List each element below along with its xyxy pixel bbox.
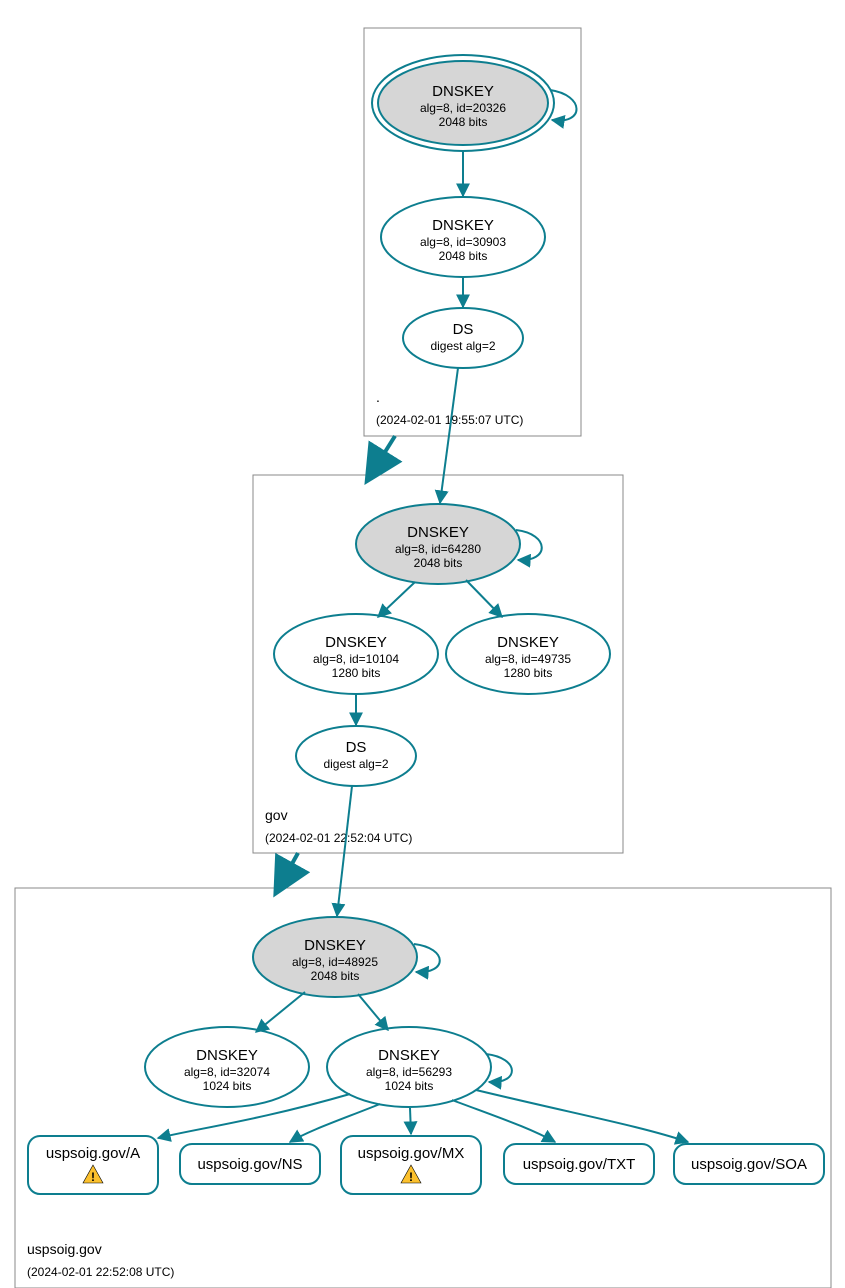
svg-text:DNSKEY: DNSKEY bbox=[432, 83, 494, 100]
dnssec-graph: . (2024-02-01 19:55:07 UTC) DNSKEY alg=8… bbox=[0, 0, 845, 1288]
svg-text:2048 bits: 2048 bits bbox=[414, 556, 463, 570]
svg-text:!: ! bbox=[91, 1170, 95, 1184]
svg-text:digest alg=2: digest alg=2 bbox=[323, 757, 388, 771]
rr-soa: uspsoig.gov/SOA bbox=[674, 1144, 824, 1184]
svg-text:DNSKEY: DNSKEY bbox=[432, 217, 494, 234]
node-gov-ds: DS digest alg=2 bbox=[296, 726, 416, 786]
svg-text:digest alg=2: digest alg=2 bbox=[430, 339, 495, 353]
svg-text:alg=8, id=20326: alg=8, id=20326 bbox=[420, 101, 506, 115]
svg-text:DNSKEY: DNSKEY bbox=[304, 937, 366, 954]
svg-text:DS: DS bbox=[346, 739, 367, 756]
zone-root-label: . bbox=[376, 389, 380, 405]
node-dom-zsk2: DNSKEY alg=8, id=56293 1024 bits bbox=[327, 1027, 512, 1107]
node-dom-zsk1: DNSKEY alg=8, id=32074 1024 bits bbox=[145, 1027, 309, 1107]
svg-text:DNSKEY: DNSKEY bbox=[378, 1047, 440, 1064]
edge-govds-domksk bbox=[337, 786, 352, 916]
zone-gov-time: (2024-02-01 22:52:04 UTC) bbox=[265, 831, 412, 845]
node-gov-ksk: DNSKEY alg=8, id=64280 2048 bits bbox=[356, 504, 542, 584]
svg-text:alg=8, id=64280: alg=8, id=64280 bbox=[395, 542, 481, 556]
svg-text:uspsoig.gov/TXT: uspsoig.gov/TXT bbox=[523, 1156, 636, 1173]
svg-text:uspsoig.gov/A: uspsoig.gov/A bbox=[46, 1145, 140, 1162]
zone-domain-label: uspsoig.gov bbox=[27, 1241, 102, 1257]
svg-text:2048 bits: 2048 bits bbox=[439, 115, 488, 129]
node-root-zsk: DNSKEY alg=8, id=30903 2048 bits bbox=[381, 197, 545, 277]
svg-text:DNSKEY: DNSKEY bbox=[497, 634, 559, 651]
svg-text:uspsoig.gov/SOA: uspsoig.gov/SOA bbox=[691, 1156, 807, 1173]
node-gov-zsk2: DNSKEY alg=8, id=49735 1280 bits bbox=[446, 614, 610, 694]
edge-zsk2-soa bbox=[476, 1090, 688, 1142]
svg-text:1280 bits: 1280 bits bbox=[504, 666, 553, 680]
rr-mx: uspsoig.gov/MX ! bbox=[341, 1136, 481, 1194]
svg-text:uspsoig.gov/NS: uspsoig.gov/NS bbox=[197, 1156, 302, 1173]
svg-text:!: ! bbox=[409, 1170, 413, 1184]
svg-text:DNSKEY: DNSKEY bbox=[196, 1047, 258, 1064]
edge-zsk2-mx bbox=[410, 1108, 411, 1134]
svg-text:DNSKEY: DNSKEY bbox=[325, 634, 387, 651]
svg-text:alg=8, id=30903: alg=8, id=30903 bbox=[420, 235, 506, 249]
svg-text:DS: DS bbox=[453, 321, 474, 338]
edge-govksk-zsk1 bbox=[378, 582, 415, 617]
svg-text:1024 bits: 1024 bits bbox=[385, 1079, 434, 1093]
node-root-ksk: DNSKEY alg=8, id=20326 2048 bits bbox=[372, 55, 577, 151]
edge-govksk-zsk2 bbox=[466, 580, 502, 617]
svg-text:2048 bits: 2048 bits bbox=[311, 969, 360, 983]
rr-a: uspsoig.gov/A ! bbox=[28, 1136, 158, 1194]
zone-domain-time: (2024-02-01 22:52:08 UTC) bbox=[27, 1265, 174, 1279]
svg-text:2048 bits: 2048 bits bbox=[439, 249, 488, 263]
node-root-ds: DS digest alg=2 bbox=[403, 308, 523, 368]
edge-zone-root-gov bbox=[375, 436, 395, 468]
svg-text:alg=8, id=32074: alg=8, id=32074 bbox=[184, 1065, 270, 1079]
rr-ns: uspsoig.gov/NS bbox=[180, 1144, 320, 1184]
svg-text:1024 bits: 1024 bits bbox=[203, 1079, 252, 1093]
node-gov-zsk1: DNSKEY alg=8, id=10104 1280 bits bbox=[274, 614, 438, 694]
svg-text:alg=8, id=56293: alg=8, id=56293 bbox=[366, 1065, 452, 1079]
edge-domksk-zsk1 bbox=[256, 992, 305, 1032]
zone-gov-label: gov bbox=[265, 807, 288, 823]
edge-zone-gov-domain bbox=[283, 853, 298, 880]
svg-text:alg=8, id=10104: alg=8, id=10104 bbox=[313, 652, 399, 666]
svg-text:uspsoig.gov/MX: uspsoig.gov/MX bbox=[358, 1145, 465, 1162]
rr-txt: uspsoig.gov/TXT bbox=[504, 1144, 654, 1184]
svg-text:alg=8, id=49735: alg=8, id=49735 bbox=[485, 652, 571, 666]
svg-text:alg=8, id=48925: alg=8, id=48925 bbox=[292, 955, 378, 969]
svg-text:1280 bits: 1280 bits bbox=[332, 666, 381, 680]
node-dom-ksk: DNSKEY alg=8, id=48925 2048 bits bbox=[253, 917, 440, 997]
svg-text:DNSKEY: DNSKEY bbox=[407, 524, 469, 541]
edge-domksk-zsk2 bbox=[358, 994, 388, 1030]
